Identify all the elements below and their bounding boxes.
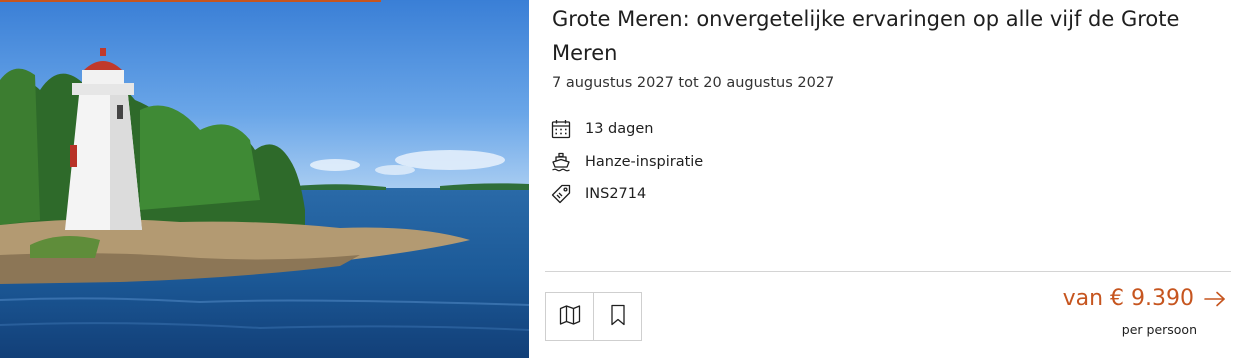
- price-per-person: per persoon: [1121, 322, 1197, 337]
- map-icon: [559, 304, 581, 330]
- arrow-right-icon: [1204, 291, 1226, 307]
- price-amount: van € 9.390: [1062, 286, 1194, 311]
- tour-title[interactable]: Grote Meren: onvergetelijke ervaringen o…: [552, 2, 1212, 70]
- price-tag-icon: [550, 183, 572, 205]
- fact-ship-label: Hanze-inspiratie: [585, 153, 704, 170]
- fact-code: INS2714: [550, 178, 703, 211]
- photo-accent-bar: [0, 0, 381, 2]
- map-button[interactable]: [546, 293, 593, 340]
- ship-icon: [550, 151, 572, 173]
- fact-ship: Hanze-inspiratie: [550, 146, 703, 179]
- fact-code-label: INS2714: [585, 186, 647, 203]
- divider: [545, 271, 1231, 272]
- bookmark-icon: [609, 304, 627, 330]
- tour-dates: 7 augustus 2027 tot 20 augustus 2027: [552, 75, 835, 91]
- fact-duration-label: 13 dagen: [585, 121, 654, 138]
- fact-duration: 13 dagen: [550, 113, 703, 146]
- lighthouse-lake-image: [0, 0, 529, 358]
- action-buttons: [545, 292, 642, 341]
- calendar-icon: [550, 118, 572, 140]
- tour-card: Grote Meren: onvergetelijke ervaringen o…: [0, 0, 1242, 358]
- tour-photo[interactable]: [0, 0, 529, 358]
- price-link[interactable]: van € 9.390: [1063, 286, 1226, 311]
- tour-facts: 13 dagen Hanze-inspiratie INS2714: [550, 113, 703, 211]
- bookmark-button[interactable]: [593, 293, 641, 340]
